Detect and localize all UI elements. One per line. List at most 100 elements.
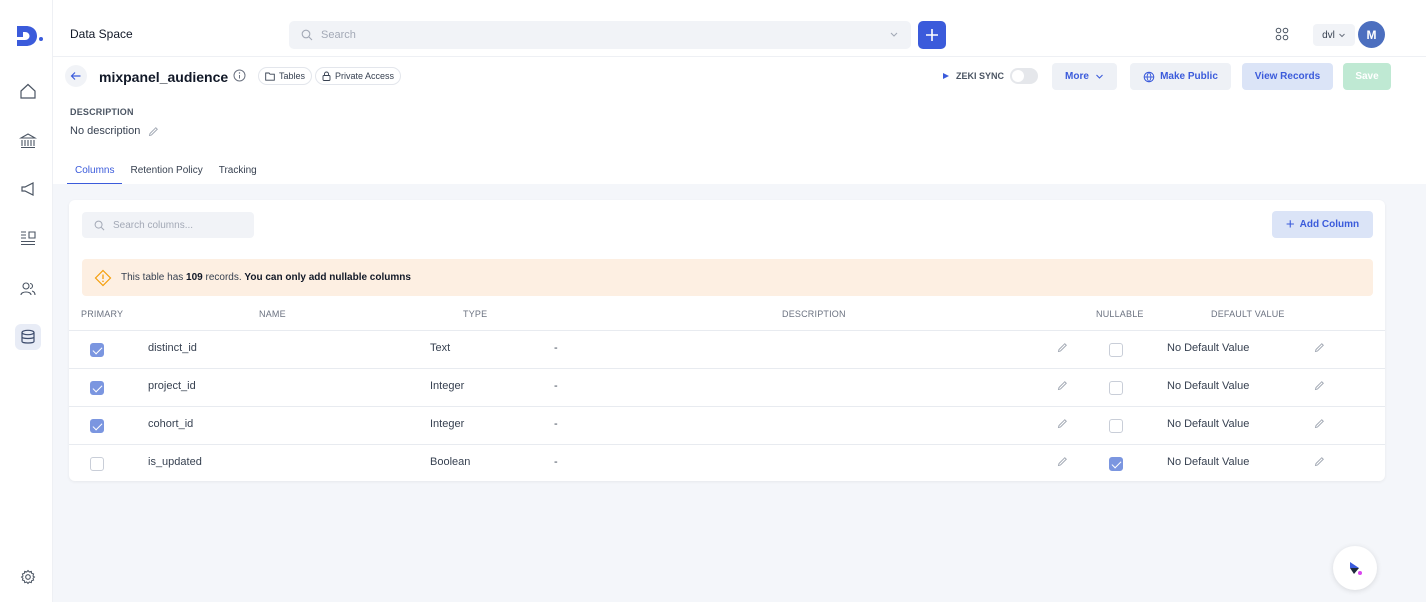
- tab-columns[interactable]: Columns: [67, 165, 123, 185]
- content-area: Search columns... + Add Column This tabl…: [53, 184, 1426, 602]
- nullable-checkbox[interactable]: [1109, 419, 1123, 433]
- description-label: DESCRIPTION: [70, 107, 134, 117]
- tab-retention-policy[interactable]: Retention Policy: [122, 165, 210, 185]
- database-icon[interactable]: [15, 324, 41, 350]
- column-search-placeholder: Search columns...: [113, 219, 194, 231]
- column-name: is_updated: [148, 456, 202, 468]
- edit-description-icon[interactable]: [1057, 418, 1068, 429]
- header-description: DESCRIPTION: [782, 309, 846, 319]
- settings-icon[interactable]: [17, 566, 39, 588]
- primary-checkbox[interactable]: [90, 343, 104, 357]
- zeki-sync: ZEKI SYNC: [941, 68, 1039, 84]
- column-description: -: [554, 342, 558, 354]
- arrow-left-icon: [70, 72, 81, 80]
- list-icon[interactable]: [17, 227, 39, 249]
- column-default-value: No Default Value: [1167, 380, 1250, 392]
- top-bar: Data Space Search dvl M: [53, 0, 1426, 57]
- space-title: Data Space: [70, 27, 133, 41]
- column-default-value: No Default Value: [1167, 342, 1250, 354]
- column-name: cohort_id: [148, 418, 194, 430]
- column-type: Integer: [430, 418, 465, 430]
- people-icon[interactable]: [17, 278, 39, 300]
- megaphone-icon[interactable]: [17, 178, 39, 200]
- nullable-checkbox[interactable]: [1109, 343, 1123, 357]
- zeki-sync-toggle[interactable]: [1010, 68, 1039, 84]
- avatar[interactable]: M: [1358, 21, 1385, 48]
- table-header: mixpanel_audience Tables Private Access …: [53, 57, 1426, 185]
- pencil-icon[interactable]: [148, 126, 159, 137]
- tables-chip[interactable]: Tables: [258, 67, 313, 85]
- warning-bold: You can only add nullable columns: [244, 272, 411, 283]
- search-placeholder: Search: [321, 29, 356, 41]
- table-row: cohort_id Integer - No Default Value: [69, 407, 1385, 444]
- plus-icon: [926, 29, 938, 41]
- add-column-label: Add Column: [1299, 219, 1360, 230]
- column-description: -: [554, 456, 558, 468]
- access-chip[interactable]: Private Access: [315, 67, 402, 85]
- search-icon: [301, 29, 313, 41]
- column-name: distinct_id: [148, 342, 197, 354]
- edit-default-icon[interactable]: [1314, 342, 1325, 353]
- lock-icon: [322, 71, 331, 81]
- nullable-checkbox[interactable]: [1109, 381, 1123, 395]
- make-public-button[interactable]: Make Public: [1130, 63, 1231, 90]
- primary-checkbox[interactable]: [90, 381, 104, 395]
- bank-icon[interactable]: [17, 130, 39, 152]
- warning-count: 109: [186, 272, 203, 283]
- back-button[interactable]: [65, 65, 87, 87]
- column-search-input[interactable]: Search columns...: [82, 212, 254, 238]
- add-column-button[interactable]: + Add Column: [1272, 211, 1373, 238]
- edit-default-icon[interactable]: [1314, 418, 1325, 429]
- column-type: Boolean: [430, 456, 471, 468]
- column-type: Text: [430, 342, 451, 354]
- header-nullable: NULLABLE: [1096, 309, 1144, 319]
- warning-prefix: This table has: [121, 272, 184, 283]
- info-icon[interactable]: [233, 69, 246, 85]
- edit-description-icon[interactable]: [1057, 456, 1068, 467]
- access-chip-label: Private Access: [335, 71, 395, 81]
- save-button-label: Save: [1355, 71, 1379, 82]
- description-field: No description: [70, 125, 159, 137]
- column-name: project_id: [148, 380, 196, 392]
- description-text: No description: [70, 125, 141, 137]
- table-row: is_updated Boolean - No Default Value: [69, 445, 1385, 482]
- header-type: TYPE: [463, 309, 488, 319]
- view-records-button[interactable]: View Records: [1242, 63, 1333, 90]
- columns-card: Search columns... + Add Column This tabl…: [69, 200, 1385, 481]
- edit-default-icon[interactable]: [1314, 456, 1325, 467]
- global-search[interactable]: Search: [289, 21, 911, 49]
- apps-grid-icon[interactable]: [1275, 27, 1289, 44]
- tab-tracking[interactable]: Tracking: [211, 165, 265, 185]
- zeki-sync-label: ZEKI SYNC: [956, 71, 1005, 81]
- folder-icon: [265, 72, 275, 81]
- column-default-value: No Default Value: [1167, 418, 1250, 430]
- primary-checkbox[interactable]: [90, 419, 104, 433]
- header-primary: PRIMARY: [81, 309, 124, 319]
- public-icon: [1143, 71, 1155, 82]
- search-icon: [94, 220, 105, 230]
- primary-checkbox[interactable]: [90, 457, 104, 471]
- home-icon[interactable]: [17, 80, 39, 102]
- warning-mid: records.: [205, 272, 242, 283]
- column-default-value: No Default Value: [1167, 456, 1250, 468]
- edit-description-icon[interactable]: [1057, 342, 1068, 353]
- more-button[interactable]: More: [1052, 63, 1117, 90]
- nullable-checkbox[interactable]: [1109, 457, 1123, 471]
- table-row: distinct_id Text - No Default Value: [69, 331, 1385, 368]
- left-rail: [0, 0, 53, 602]
- chevron-down-icon: [1339, 33, 1345, 38]
- assistant-fab[interactable]: [1333, 546, 1377, 590]
- nullable-warning-banner: This table has 109 records. You can only…: [82, 259, 1373, 296]
- zeki-icon: [943, 73, 949, 79]
- edit-default-icon[interactable]: [1314, 380, 1325, 391]
- header-default-value: DEFAULT VALUE: [1211, 309, 1285, 319]
- zeki-assistant-icon: [1350, 562, 1362, 575]
- warning-icon: [94, 269, 112, 286]
- chevron-down-icon: [1096, 74, 1103, 79]
- workspace-select[interactable]: dvl: [1313, 24, 1355, 46]
- app-logo[interactable]: [14, 23, 44, 49]
- save-button[interactable]: Save: [1343, 63, 1391, 90]
- edit-description-icon[interactable]: [1057, 380, 1068, 391]
- create-button[interactable]: [918, 21, 946, 49]
- tab-bar: Columns Retention Policy Tracking: [67, 165, 265, 185]
